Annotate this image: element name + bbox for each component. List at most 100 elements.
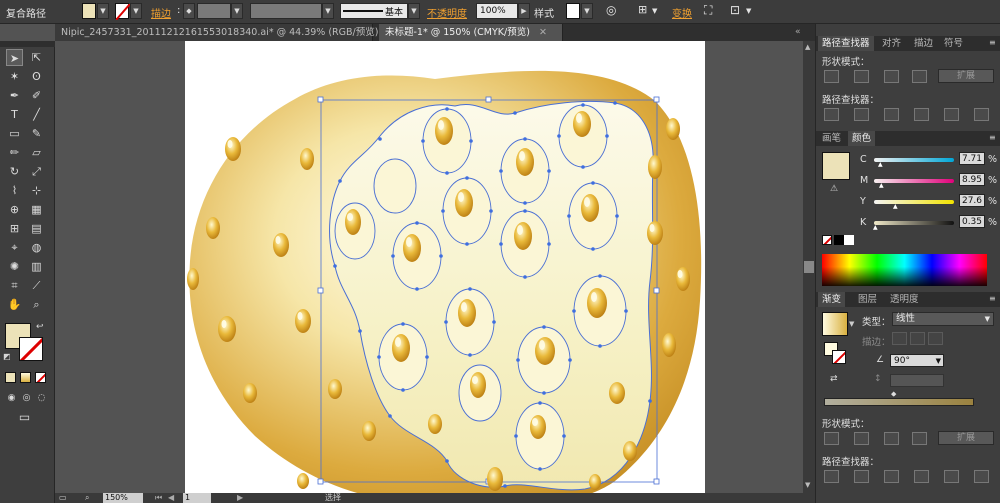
value-c[interactable]: 7.71 — [959, 152, 985, 165]
stroke-dropdown-icon[interactable]: ▼ — [130, 3, 142, 19]
tab-stroke[interactable]: 描边 — [910, 36, 937, 51]
stroke-color-box[interactable] — [19, 337, 43, 361]
crop-icon[interactable] — [914, 108, 929, 121]
opacity-arrow-icon[interactable]: ▶ — [518, 3, 530, 19]
align-dropdown-icon[interactable]: ▼ — [652, 7, 657, 15]
expand-button[interactable]: 扩展 — [938, 69, 994, 83]
outline-icon-2[interactable] — [944, 470, 959, 483]
direct-selection-tool-icon[interactable]: ⇱ — [28, 49, 45, 66]
perspective-grid-icon[interactable]: ▦ — [28, 201, 45, 218]
merge-icon-2[interactable] — [884, 470, 899, 483]
brush-profile-dropdown[interactable]: 基本 — [340, 3, 408, 19]
gradient-type-select[interactable]: 线性 ▼ — [892, 312, 994, 326]
tab-align[interactable]: 对齐 — [878, 36, 905, 51]
slider-c[interactable] — [874, 158, 954, 162]
opacity-input[interactable]: 100% — [476, 3, 518, 19]
panel-menu-icon[interactable]: ≡ — [989, 294, 996, 303]
page-field[interactable]: 1 — [183, 493, 211, 503]
draw-inside-icon[interactable]: ◌ — [33, 390, 50, 407]
tab-transparency[interactable]: 透明度 — [886, 292, 923, 307]
aspect-ratio-input[interactable] — [890, 374, 944, 387]
unite-icon[interactable] — [824, 70, 839, 83]
current-tool-text[interactable]: 选择 — [325, 493, 341, 503]
slider-k[interactable] — [874, 221, 954, 225]
minus-front-icon-2[interactable] — [854, 432, 869, 445]
tab-document-2[interactable]: 未标题-1* @ 150% (CMYK/预览) ✕ — [379, 24, 563, 41]
paintbrush-icon[interactable]: ✎ — [28, 125, 45, 142]
recolor-icon[interactable]: ◎ — [606, 3, 616, 17]
magic-wand-icon[interactable]: ✶ — [6, 68, 23, 85]
gradient-mode-icon[interactable] — [20, 372, 31, 383]
fill-swatch[interactable] — [82, 3, 96, 19]
default-colors-icon[interactable]: ◩ — [3, 352, 11, 361]
symbol-sprayer-icon[interactable]: ✺ — [6, 258, 23, 275]
trim-icon-2[interactable] — [854, 470, 869, 483]
value-y[interactable]: 27.6 — [959, 194, 985, 207]
expand-button-2[interactable]: 扩展 — [938, 431, 994, 445]
scale-tool-icon[interactable]: ⤢ — [28, 163, 45, 180]
gradient-preview[interactable] — [822, 312, 848, 336]
next-page-icon[interactable]: ▶ — [237, 493, 243, 502]
zoom-tool-icon[interactable]: ⌕ — [28, 296, 45, 313]
rotate-tool-icon[interactable]: ↻ — [6, 163, 23, 180]
close-icon[interactable]: ✕ — [539, 27, 547, 38]
value-k[interactable]: 0.35 — [959, 215, 985, 228]
screen-mode-icon[interactable]: ▭ — [16, 409, 33, 426]
stroke-swatch[interactable] — [115, 3, 131, 21]
arrange-icon[interactable]: ⊡ — [730, 3, 740, 17]
none-color-icon[interactable] — [822, 235, 832, 245]
reverse-gradient-icon[interactable]: ⇄ — [830, 374, 838, 384]
hand-tool-icon[interactable]: ✋ — [6, 296, 23, 313]
white-swatch[interactable] — [844, 235, 854, 245]
fill-dropdown-icon[interactable]: ▼ — [97, 3, 109, 19]
tools-grip[interactable] — [0, 41, 55, 47]
arrange-dropdown-icon[interactable]: ▼ — [746, 7, 751, 15]
crop-icon-2[interactable] — [914, 470, 929, 483]
exclude-icon[interactable] — [912, 70, 927, 83]
tab-brushes[interactable]: 画笔 — [818, 131, 845, 146]
document-status-icon[interactable]: ▭ — [59, 493, 67, 502]
tab-gradient[interactable]: 渐变 — [818, 292, 846, 307]
blend-tool-icon[interactable]: ◍ — [28, 239, 45, 256]
stroke-weight-input[interactable] — [197, 3, 231, 19]
unite-icon-2[interactable] — [824, 432, 839, 445]
status-zoom-icon[interactable]: ⌕ — [85, 493, 89, 503]
style-swatch[interactable] — [566, 3, 580, 19]
variable-width-arrow-icon[interactable]: ▼ — [322, 3, 334, 19]
brush-profile-arrow-icon[interactable]: ▼ — [408, 3, 420, 19]
value-m[interactable]: 8.95 — [959, 173, 985, 186]
minus-back-icon[interactable] — [974, 108, 989, 121]
angle-input[interactable]: 90° ▼ — [890, 354, 944, 367]
intersect-icon-2[interactable] — [884, 432, 899, 445]
tab-layers[interactable]: 图层 — [854, 292, 881, 307]
panel-menu-icon[interactable]: ≡ — [989, 133, 996, 142]
variable-width-dropdown[interactable] — [250, 3, 322, 19]
artboard-tool-icon[interactable]: ⌗ — [6, 277, 23, 294]
canvas-area[interactable] — [55, 41, 803, 493]
gradient-tool-icon[interactable]: ▤ — [28, 220, 45, 237]
line-tool-icon[interactable]: ╱ — [28, 106, 45, 123]
tab-document-1[interactable]: Nipic_2457331_20111212161553018340.ai* @… — [55, 24, 395, 41]
stroke-weight-dropdown-icon[interactable]: ▼ — [231, 3, 243, 19]
align-icon[interactable]: ⊞ — [638, 3, 647, 16]
stroke-along-icon[interactable] — [910, 332, 925, 345]
stroke-label[interactable]: 描边 — [151, 5, 171, 20]
slice-tool-icon[interactable]: ⟋ — [28, 277, 45, 294]
gradient-preset-dropdown-icon[interactable]: ▼ — [849, 320, 854, 328]
black-swatch[interactable] — [834, 235, 844, 245]
warp-tool-icon[interactable]: ⌇ — [6, 182, 23, 199]
lotus-artwork[interactable] — [185, 41, 705, 493]
slider-c-thumb-icon[interactable]: ▲ — [878, 161, 883, 168]
exclude-icon-2[interactable] — [912, 432, 927, 445]
stroke-within-icon[interactable] — [892, 332, 907, 345]
intersect-icon[interactable] — [884, 70, 899, 83]
trim-icon[interactable] — [854, 108, 869, 121]
first-page-icon[interactable]: ⏮ — [155, 493, 162, 503]
mesh-tool-icon[interactable]: ⊞ — [6, 220, 23, 237]
out-of-gamut-icon[interactable]: ⚠ — [830, 184, 838, 194]
scroll-down-icon[interactable]: ▼ — [805, 481, 810, 489]
divide-icon[interactable] — [824, 108, 839, 121]
graph-tool-icon[interactable]: ▥ — [28, 258, 45, 275]
shape-builder-icon[interactable]: ⊕ — [6, 201, 23, 218]
pencil-icon[interactable]: ✏ — [6, 144, 23, 161]
